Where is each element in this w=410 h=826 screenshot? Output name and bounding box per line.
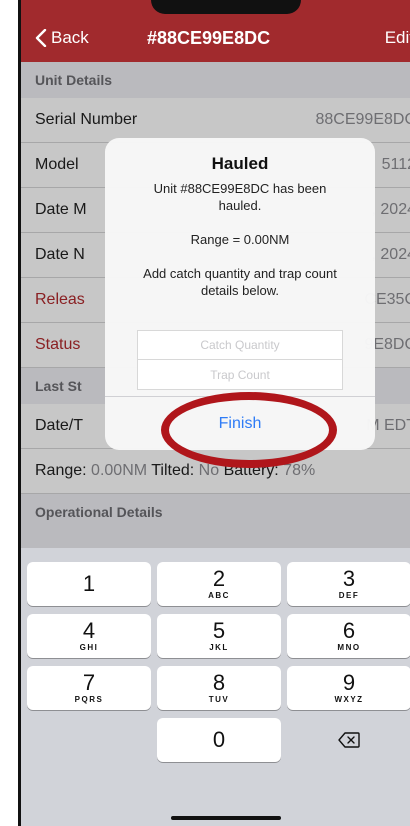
key-letters: DEF <box>338 591 360 600</box>
highlight-ring <box>161 392 337 468</box>
alert-range: Range = 0.00NM <box>190 232 290 247</box>
key-4[interactable]: 4 GHI <box>27 614 151 658</box>
key-letters: TUV <box>208 695 230 704</box>
key-letters: JKL <box>209 643 229 652</box>
key-1[interactable]: 1 <box>27 562 151 606</box>
key-digit: 6 <box>342 618 356 643</box>
key-digit: 0 <box>212 727 226 752</box>
key-letters: MNO <box>337 643 361 652</box>
key-7[interactable]: 7 PQRS <box>27 666 151 710</box>
key-letters: ABC <box>208 591 230 600</box>
key-digit: 2 <box>212 566 226 591</box>
key-letters: WXYZ <box>334 695 364 704</box>
back-label: Back <box>51 28 89 47</box>
alert-message: Unit #88CE99E8DC has been hauled. <box>153 181 327 213</box>
key-digit: 8 <box>212 670 226 695</box>
key-digit: 3 <box>342 566 356 591</box>
key-digit: 5 <box>212 618 226 643</box>
home-indicator <box>171 816 281 820</box>
phone-screen: Back #88CE99E8DC Edit Unit Details Seria… <box>18 0 410 826</box>
chevron-left-icon <box>35 29 47 47</box>
page-title: #88CE99E8DC <box>147 28 271 48</box>
key-9[interactable]: 9 WXYZ <box>287 666 410 710</box>
key-digit: 1 <box>82 571 96 596</box>
key-0[interactable]: 0 <box>157 718 281 762</box>
device-notch <box>151 0 301 14</box>
alert-hint: Add catch quantity and trap count detail… <box>143 266 337 298</box>
back-button[interactable]: Back <box>35 28 89 48</box>
key-5[interactable]: 5 JKL <box>157 614 281 658</box>
key-digit: 4 <box>82 618 96 643</box>
numeric-keypad: 1 2 ABC 3 DEF 4 GHI 5 JKL 6 MNO 7 PQRS 8… <box>21 548 410 826</box>
key-letters: PQRS <box>74 695 104 704</box>
key-3[interactable]: 3 DEF <box>287 562 410 606</box>
catch-quantity-input[interactable] <box>137 330 343 360</box>
trap-count-input[interactable] <box>137 360 343 390</box>
edit-button[interactable]: Edit <box>385 28 410 48</box>
key-6[interactable]: 6 MNO <box>287 614 410 658</box>
backspace-icon <box>338 732 360 748</box>
key-2[interactable]: 2 ABC <box>157 562 281 606</box>
alert-input-group <box>137 330 343 390</box>
key-digit: 7 <box>82 670 96 695</box>
delete-key[interactable] <box>287 718 410 762</box>
key-8[interactable]: 8 TUV <box>157 666 281 710</box>
alert-title: Hauled <box>211 154 269 173</box>
key-digit: 9 <box>342 670 356 695</box>
key-letters: GHI <box>79 643 99 652</box>
